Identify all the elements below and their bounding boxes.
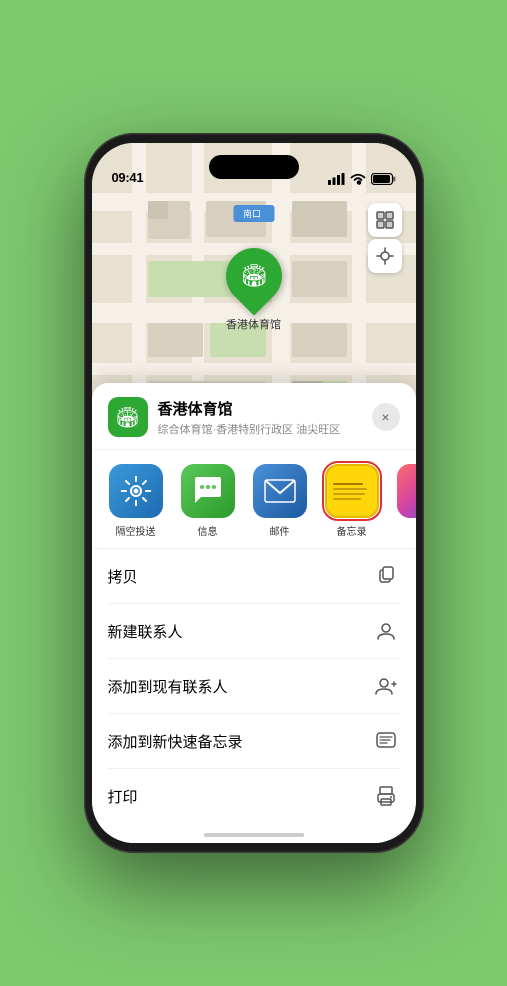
location-info: 香港体育馆 综合体育馆·香港特别行政区 油尖旺区 xyxy=(158,398,372,437)
copy-label: 拷贝 xyxy=(108,566,138,587)
battery-icon xyxy=(371,173,396,185)
map-entrance-label: 南口 xyxy=(233,205,274,222)
close-button[interactable]: × xyxy=(372,403,400,431)
action-add-memo[interactable]: 添加到新快速备忘录 xyxy=(108,714,400,769)
location-button[interactable] xyxy=(368,239,402,273)
share-app-notes[interactable]: 备忘录 xyxy=(320,464,384,538)
share-app-mail[interactable]: 邮件 xyxy=(248,464,312,538)
action-print[interactable]: 打印 xyxy=(108,769,400,823)
new-contact-icon xyxy=(372,617,400,645)
new-contact-label: 新建联系人 xyxy=(108,621,183,642)
notes-label: 备忘录 xyxy=(337,523,367,538)
bottom-sheet: 🏟 香港体育馆 综合体育馆·香港特别行政区 油尖旺区 × xyxy=(92,383,416,843)
messages-label: 信息 xyxy=(198,523,218,538)
action-add-existing[interactable]: 添加到现有联系人 xyxy=(108,659,400,714)
status-icons xyxy=(328,173,396,185)
pin-icon-shape: 🏟 xyxy=(214,236,293,315)
airdrop-label: 隔空投送 xyxy=(116,523,156,538)
location-name: 香港体育馆 xyxy=(158,398,372,419)
phone-frame: 09:41 xyxy=(84,133,424,853)
map-type-button[interactable] xyxy=(368,203,402,237)
notes-lines-decoration xyxy=(327,466,377,516)
print-icon xyxy=(372,782,400,810)
notes-icon xyxy=(325,464,379,518)
map-controls[interactable] xyxy=(368,203,402,273)
status-time: 09:41 xyxy=(112,170,144,185)
share-apps-row: 隔空投送 信息 xyxy=(92,450,416,549)
phone-screen: 09:41 xyxy=(92,143,416,843)
copy-icon xyxy=(372,562,400,590)
more-apps-icon xyxy=(397,464,416,518)
action-new-contact[interactable]: 新建联系人 xyxy=(108,604,400,659)
add-memo-label: 添加到新快速备忘录 xyxy=(108,731,243,752)
home-indicator xyxy=(204,833,304,837)
location-subtitle: 综合体育馆·香港特别行政区 油尖旺区 xyxy=(158,421,372,437)
add-existing-icon xyxy=(372,672,400,700)
messages-icon xyxy=(181,464,235,518)
dynamic-island xyxy=(209,155,299,179)
add-existing-label: 添加到现有联系人 xyxy=(108,676,228,697)
pin-label: 香港体育馆 xyxy=(226,316,281,332)
mail-icon xyxy=(253,464,307,518)
signal-icon xyxy=(328,173,345,185)
pin-inner-icon: 🏟 xyxy=(240,263,268,289)
location-header: 🏟 香港体育馆 综合体育馆·香港特别行政区 油尖旺区 × xyxy=(92,383,416,450)
share-app-messages[interactable]: 信息 xyxy=(176,464,240,538)
print-label: 打印 xyxy=(108,786,138,807)
share-app-more[interactable]: 提 xyxy=(392,464,416,538)
mail-label: 邮件 xyxy=(270,523,290,538)
location-pin: 🏟 香港体育馆 xyxy=(226,248,282,332)
add-memo-icon xyxy=(372,727,400,755)
wifi-icon xyxy=(350,173,366,185)
action-list: 拷贝 新建联系人 xyxy=(92,549,416,823)
share-app-airdrop[interactable]: 隔空投送 xyxy=(104,464,168,538)
action-copy[interactable]: 拷贝 xyxy=(108,549,400,604)
location-venue-icon: 🏟 xyxy=(108,397,148,437)
airdrop-icon xyxy=(109,464,163,518)
